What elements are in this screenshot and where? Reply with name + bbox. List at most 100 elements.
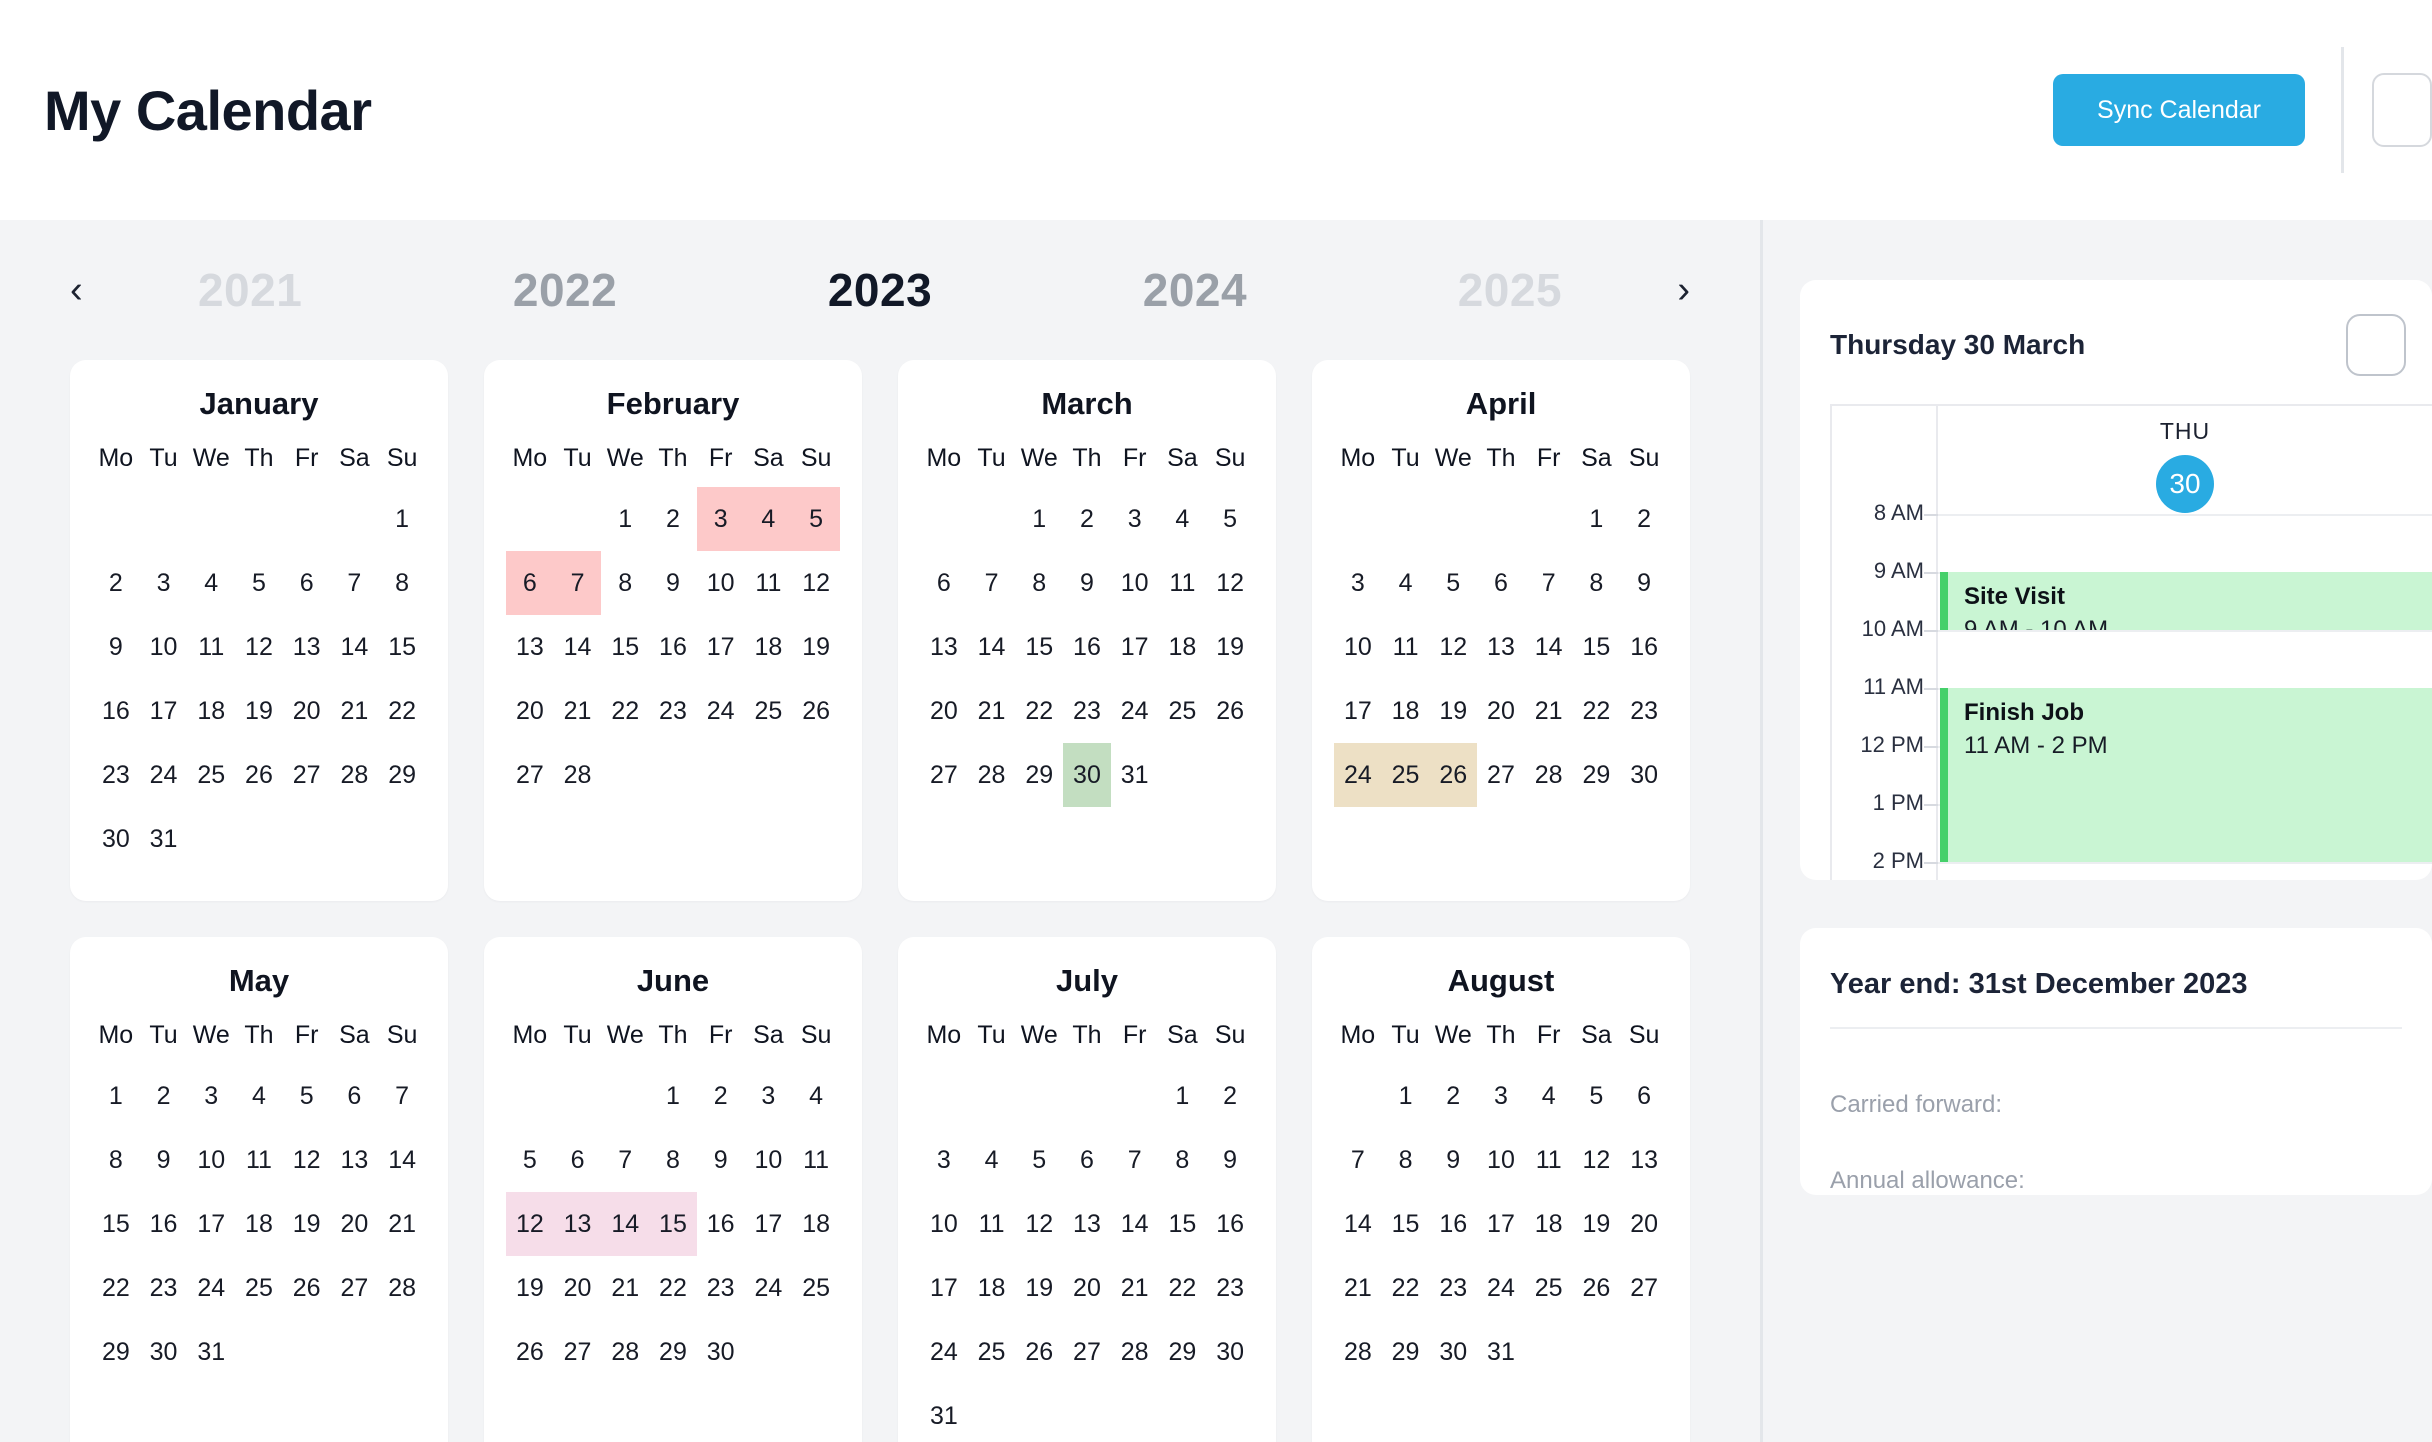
day-cell-24[interactable]: 24 xyxy=(745,1256,793,1320)
day-cell-19[interactable]: 19 xyxy=(506,1256,554,1320)
day-cell-6[interactable]: 6 xyxy=(554,1128,602,1192)
day-cell-4[interactable]: 4 xyxy=(1525,1064,1573,1128)
day-cell-15[interactable]: 15 xyxy=(1159,1192,1207,1256)
day-cell-2[interactable]: 2 xyxy=(1429,1064,1477,1128)
day-cell-29[interactable]: 29 xyxy=(378,743,426,807)
day-cell-8[interactable]: 8 xyxy=(1382,1128,1430,1192)
day-cell-20[interactable]: 20 xyxy=(1620,1192,1668,1256)
day-cell-2[interactable]: 2 xyxy=(92,551,140,615)
day-cell-3[interactable]: 3 xyxy=(920,1128,968,1192)
day-cell-21[interactable]: 21 xyxy=(1111,1256,1159,1320)
day-cell-14[interactable]: 14 xyxy=(331,615,379,679)
day-cell-21[interactable]: 21 xyxy=(554,679,602,743)
day-cell-20[interactable]: 20 xyxy=(1477,679,1525,743)
day-cell-4[interactable]: 4 xyxy=(792,1064,840,1128)
day-cell-4[interactable]: 4 xyxy=(744,487,793,551)
day-cell-3[interactable]: 3 xyxy=(1477,1064,1525,1128)
day-cell-27[interactable]: 27 xyxy=(1477,743,1525,807)
day-cell-29[interactable]: 29 xyxy=(1573,743,1621,807)
day-cell-7[interactable]: 7 xyxy=(553,551,602,615)
day-cell-23[interactable]: 23 xyxy=(1206,1256,1254,1320)
day-cell-15[interactable]: 15 xyxy=(1382,1192,1430,1256)
day-cell-12[interactable]: 12 xyxy=(283,1128,331,1192)
day-cell-12[interactable]: 12 xyxy=(1015,1192,1063,1256)
day-cell-4[interactable]: 4 xyxy=(235,1064,283,1128)
day-cell-15[interactable]: 15 xyxy=(92,1192,140,1256)
day-cell-25[interactable]: 25 xyxy=(745,679,793,743)
day-cell-22[interactable]: 22 xyxy=(601,679,649,743)
day-cell-11[interactable]: 11 xyxy=(745,551,793,615)
day-cell-25[interactable]: 25 xyxy=(792,1256,840,1320)
day-cell-19[interactable]: 19 xyxy=(1429,679,1477,743)
day-cell-21[interactable]: 21 xyxy=(331,679,379,743)
day-cell-16[interactable]: 16 xyxy=(1206,1192,1254,1256)
day-cell-16[interactable]: 16 xyxy=(92,679,140,743)
day-cell-27[interactable]: 27 xyxy=(331,1256,379,1320)
day-cell-6[interactable]: 6 xyxy=(1477,551,1525,615)
next-year-arrow-icon[interactable]: › xyxy=(1667,265,1700,315)
day-cell-30[interactable]: 30 xyxy=(1429,1320,1477,1384)
day-cell-30[interactable]: 30 xyxy=(92,807,140,871)
day-cell-24[interactable]: 24 xyxy=(1111,679,1159,743)
day-cell-31[interactable]: 31 xyxy=(1477,1320,1525,1384)
day-cell-14[interactable]: 14 xyxy=(1111,1192,1159,1256)
day-cell-23[interactable]: 23 xyxy=(1063,679,1111,743)
day-cell-7[interactable]: 7 xyxy=(378,1064,426,1128)
day-cell-12[interactable]: 12 xyxy=(1573,1128,1621,1192)
day-cell-23[interactable]: 23 xyxy=(1429,1256,1477,1320)
day-cell-7[interactable]: 7 xyxy=(968,551,1016,615)
day-cell-17[interactable]: 17 xyxy=(187,1192,235,1256)
day-cell-21[interactable]: 21 xyxy=(378,1192,426,1256)
day-cell-10[interactable]: 10 xyxy=(187,1128,235,1192)
day-cell-31[interactable]: 31 xyxy=(1111,743,1159,807)
day-cell-29[interactable]: 29 xyxy=(1159,1320,1207,1384)
day-cell-22[interactable]: 22 xyxy=(1159,1256,1207,1320)
day-cell-28[interactable]: 28 xyxy=(331,743,379,807)
day-cell-15[interactable]: 15 xyxy=(1015,615,1063,679)
day-cell-27[interactable]: 27 xyxy=(1063,1320,1111,1384)
day-cell-16[interactable]: 16 xyxy=(649,615,697,679)
day-cell-15[interactable]: 15 xyxy=(378,615,426,679)
day-cell-6[interactable]: 6 xyxy=(331,1064,379,1128)
day-cell-3[interactable]: 3 xyxy=(187,1064,235,1128)
year-item-2025[interactable]: 2025 xyxy=(1458,263,1562,317)
day-cell-10[interactable]: 10 xyxy=(920,1192,968,1256)
day-cell-15[interactable]: 15 xyxy=(649,1192,697,1256)
day-cell-7[interactable]: 7 xyxy=(1525,551,1573,615)
day-cell-10[interactable]: 10 xyxy=(140,615,188,679)
day-cell-27[interactable]: 27 xyxy=(283,743,331,807)
day-cell-14[interactable]: 14 xyxy=(1525,615,1573,679)
day-cell-29[interactable]: 29 xyxy=(1382,1320,1430,1384)
day-cell-26[interactable]: 26 xyxy=(1206,679,1254,743)
day-cell-13[interactable]: 13 xyxy=(506,615,554,679)
day-cell-11[interactable]: 11 xyxy=(1525,1128,1573,1192)
day-cell-18[interactable]: 18 xyxy=(792,1192,840,1256)
calendar-event[interactable]: Site Visit 9 AM - 10 AM xyxy=(1940,572,2432,630)
day-cell-25[interactable]: 25 xyxy=(235,1256,283,1320)
year-item-2021[interactable]: 2021 xyxy=(198,263,302,317)
day-cell-1[interactable]: 1 xyxy=(1159,1064,1207,1128)
day-cell-5[interactable]: 5 xyxy=(283,1064,331,1128)
day-cell-13[interactable]: 13 xyxy=(920,615,968,679)
day-cell-1[interactable]: 1 xyxy=(649,1064,697,1128)
day-cell-13[interactable]: 13 xyxy=(553,1192,602,1256)
day-cell-19[interactable]: 19 xyxy=(1206,615,1254,679)
day-cell-14[interactable]: 14 xyxy=(968,615,1016,679)
day-cell-26[interactable]: 26 xyxy=(1429,743,1478,807)
day-cell-28[interactable]: 28 xyxy=(378,1256,426,1320)
day-cell-25[interactable]: 25 xyxy=(1159,679,1207,743)
day-cell-20[interactable]: 20 xyxy=(554,1256,602,1320)
day-cell-15[interactable]: 15 xyxy=(601,615,649,679)
day-cell-22[interactable]: 22 xyxy=(649,1256,697,1320)
day-cell-16[interactable]: 16 xyxy=(1063,615,1111,679)
day-cell-24[interactable]: 24 xyxy=(920,1320,968,1384)
day-cell-17[interactable]: 17 xyxy=(1334,679,1382,743)
day-cell-10[interactable]: 10 xyxy=(1477,1128,1525,1192)
day-cell-28[interactable]: 28 xyxy=(1525,743,1573,807)
day-cell-25[interactable]: 25 xyxy=(187,743,235,807)
day-cell-22[interactable]: 22 xyxy=(1015,679,1063,743)
day-cell-12[interactable]: 12 xyxy=(235,615,283,679)
day-cell-29[interactable]: 29 xyxy=(649,1320,697,1384)
day-cell-23[interactable]: 23 xyxy=(1620,679,1668,743)
day-cell-6[interactable]: 6 xyxy=(1063,1128,1111,1192)
